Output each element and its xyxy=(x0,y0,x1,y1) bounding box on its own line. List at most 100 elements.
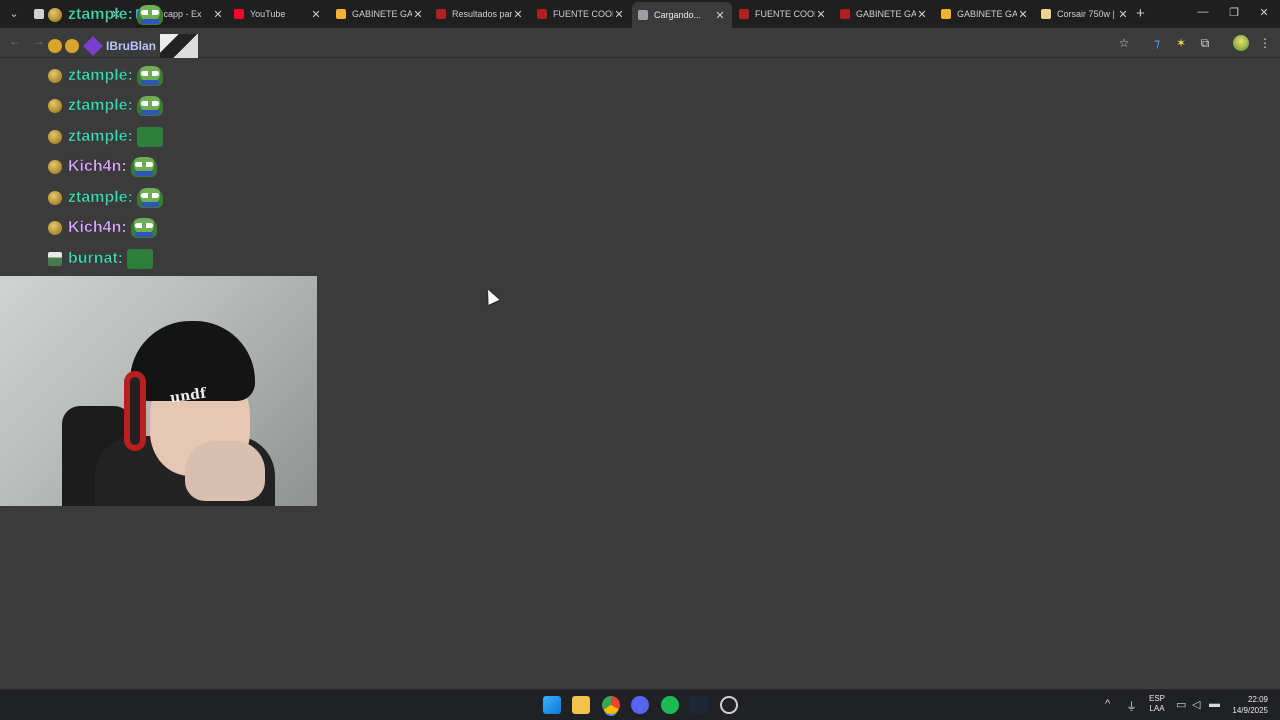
chat-message: burnat: xyxy=(48,248,154,270)
tab-title: GABINETE GAM xyxy=(856,9,916,19)
menu-kebab-icon[interactable]: ⋮ xyxy=(1257,35,1273,51)
battery-icon[interactable]: ▬ xyxy=(1209,698,1220,710)
extensions-puzzle-icon[interactable]: ⧉ xyxy=(1197,35,1213,51)
chat-username: Kich4n: xyxy=(68,219,127,236)
steam-icon[interactable] xyxy=(690,696,708,714)
frog-emote-icon xyxy=(130,218,157,238)
chat-username: ztample: xyxy=(68,67,133,84)
chat-badge-icon xyxy=(48,191,62,205)
chat-message: ztample: xyxy=(48,95,163,117)
chat-username: ztample: xyxy=(68,128,133,145)
frog-emote-icon xyxy=(136,5,163,25)
chat-badge-icon xyxy=(48,69,62,83)
webcam-feed: undf xyxy=(0,276,317,506)
restore-button[interactable]: ❐ xyxy=(1224,6,1244,19)
tab-favicon-icon xyxy=(1041,9,1051,19)
frog-emote-icon xyxy=(136,188,163,208)
clock-date: 14/9/2025 xyxy=(1232,706,1268,715)
chat-badge-icon xyxy=(48,252,62,266)
browser-tab[interactable]: GABINETE GAM✕ xyxy=(935,3,1035,25)
tab-title: Corsair 750w | xyxy=(1057,9,1115,19)
keyboard-layout: LAA xyxy=(1149,704,1165,713)
chrome-icon[interactable] xyxy=(602,696,620,714)
tab-title: FUENTE COOL xyxy=(553,9,613,19)
chat-message: ztample: xyxy=(48,126,163,148)
tab-title: Resultados par xyxy=(452,9,512,19)
app-icon[interactable] xyxy=(720,696,738,714)
browser-tab[interactable]: GABINETE GAM✕ xyxy=(834,3,934,25)
tab-search-icon[interactable]: ⌄ xyxy=(6,6,22,22)
coin-icon xyxy=(65,39,79,53)
browser-tab[interactable]: FUENTE COOL ✕ xyxy=(733,3,833,25)
chat-badge-icon xyxy=(48,8,62,22)
stream-alert: IBruBlan xyxy=(48,34,199,58)
forward-button[interactable]: → xyxy=(33,34,45,48)
box-emote-icon xyxy=(127,249,154,269)
browser-tab[interactable]: FUENTE COOL ✕ xyxy=(531,3,631,25)
browser-tab[interactable]: Cargando... ✕ xyxy=(632,2,732,28)
tab-close-icon[interactable]: ✕ xyxy=(310,8,322,21)
headset xyxy=(124,371,146,451)
browser-tab[interactable]: YouTube ✕ xyxy=(228,3,328,25)
tab-close-icon[interactable]: ✕ xyxy=(714,9,726,22)
chat-username: burnat: xyxy=(68,250,124,267)
taskbar: ^ ⏚ ESP LAA ▭ ◁ ▬ 22:09 14/9/2025 xyxy=(0,689,1280,720)
tab-close-icon[interactable]: ✕ xyxy=(1117,8,1129,21)
tab-favicon-icon xyxy=(234,9,244,19)
close-button[interactable]: ✕ xyxy=(1254,6,1274,19)
chat-username: Kich4n: xyxy=(68,158,127,175)
translate-extension-icon[interactable]: ⁊ xyxy=(1149,35,1165,51)
language-indicator[interactable]: ESP LAA xyxy=(1149,694,1165,714)
language-code: ESP xyxy=(1149,694,1166,703)
chat-username: ztample: xyxy=(68,6,133,23)
back-button[interactable]: ← xyxy=(9,34,21,48)
tab-close-icon[interactable]: ✕ xyxy=(512,8,524,21)
new-tab-button[interactable]: + xyxy=(1136,5,1145,22)
chat-badge-icon xyxy=(48,160,62,174)
chat-username: ztample: xyxy=(68,189,133,206)
volume-icon[interactable]: ◁ xyxy=(1192,698,1200,711)
tab-favicon-icon xyxy=(941,9,951,19)
discord-icon[interactable] xyxy=(631,696,649,714)
file-explorer-icon[interactable] xyxy=(572,696,590,714)
chat-message: ztample: xyxy=(48,65,163,87)
tab-favicon-icon xyxy=(34,9,44,19)
browser-tab[interactable]: GABINETE GAM✕ xyxy=(330,3,430,25)
browser-tab[interactable]: Resultados par ✕ xyxy=(430,3,530,25)
alert-image xyxy=(160,34,199,58)
tab-strip: ⌄ ✕Recapp - Ex✕YouTube✕GABINETE GAM✕Resu… xyxy=(0,0,1280,28)
tab-close-icon[interactable]: ✕ xyxy=(1017,8,1029,21)
tab-favicon-icon xyxy=(638,10,648,20)
tab-close-icon[interactable]: ✕ xyxy=(212,8,224,21)
streamer-hand xyxy=(185,441,265,501)
frog-emote-icon xyxy=(130,157,157,177)
system-clock[interactable]: 22:09 14/9/2025 xyxy=(1228,694,1268,716)
chat-message: Kich4n: xyxy=(48,217,157,239)
spotify-icon[interactable] xyxy=(661,696,679,714)
tab-favicon-icon xyxy=(537,9,547,19)
clock-time: 22:09 xyxy=(1247,695,1268,704)
bookmark-star-icon[interactable]: ☆ xyxy=(1116,35,1132,51)
tray-chevron-icon[interactable]: ^ xyxy=(1105,698,1110,710)
profile-avatar[interactable] xyxy=(1233,35,1249,51)
box-emote-icon xyxy=(136,127,163,147)
frog-emote-icon xyxy=(136,96,163,116)
minimize-button[interactable]: — xyxy=(1193,6,1213,18)
chat-badge-icon xyxy=(48,130,62,144)
tab-close-icon[interactable]: ✕ xyxy=(815,8,827,21)
tab-close-icon[interactable]: ✕ xyxy=(412,8,424,21)
alert-username: IBruBlan xyxy=(106,39,157,53)
windows-start-icon[interactable] xyxy=(543,696,561,714)
browser-tab[interactable]: Corsair 750w | ✕ xyxy=(1035,3,1135,25)
network-icon[interactable]: ▭ xyxy=(1176,698,1186,711)
chat-username: ztample: xyxy=(68,97,133,114)
extension-icon[interactable]: ✶ xyxy=(1173,35,1189,51)
coin-icon xyxy=(48,39,62,53)
tab-title: GABINETE GAM xyxy=(957,9,1017,19)
frog-emote-icon xyxy=(136,66,163,86)
tab-close-icon[interactable]: ✕ xyxy=(613,8,625,21)
microphone-icon[interactable]: ⏚ xyxy=(1126,698,1137,714)
tab-title: Cargando... xyxy=(654,10,702,20)
tab-close-icon[interactable]: ✕ xyxy=(916,8,928,21)
chat-badge-icon xyxy=(48,221,62,235)
